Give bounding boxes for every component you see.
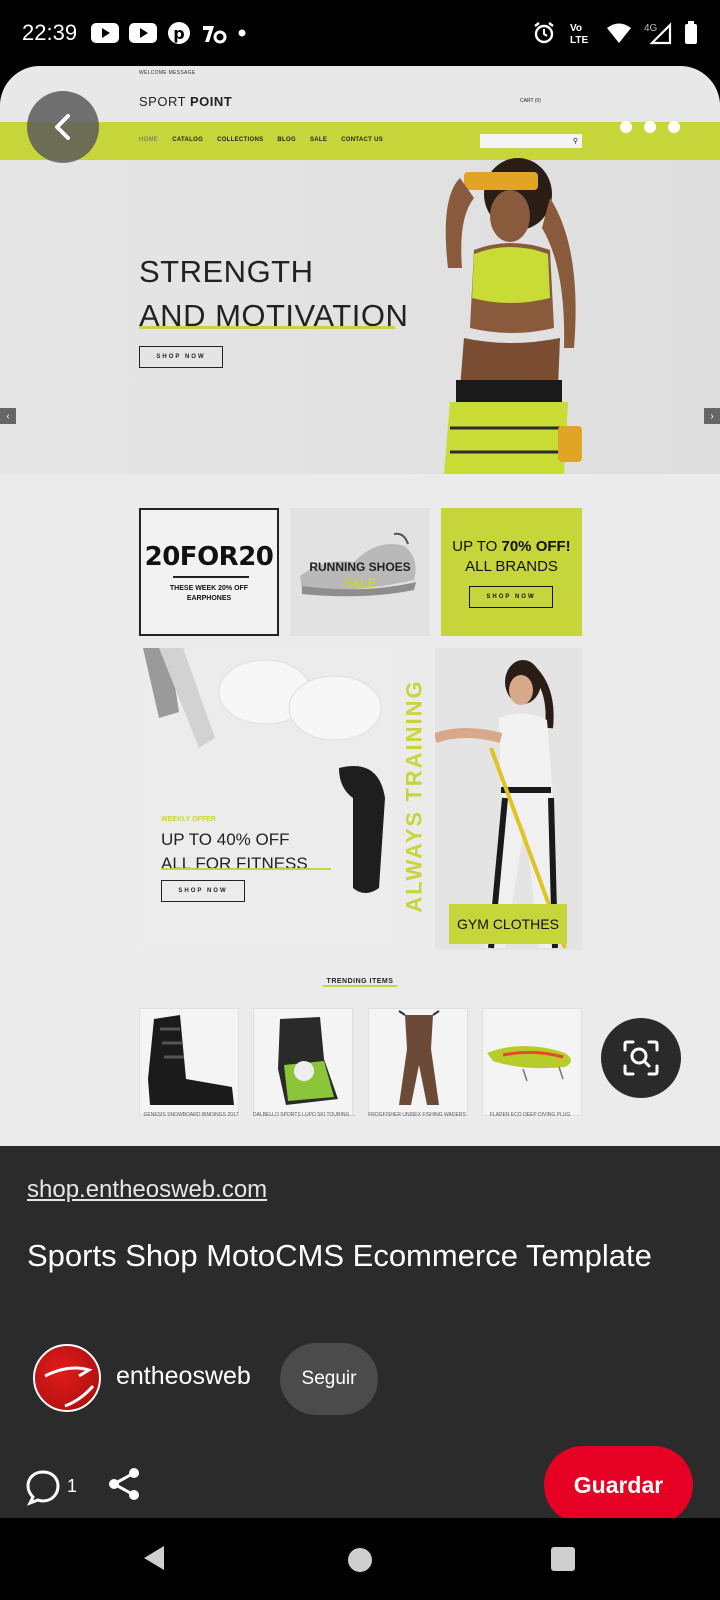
entheosweb-logo-icon <box>44 1366 95 1408</box>
search-icon: ⚲ <box>572 138 578 145</box>
svg-text:Vo: Vo <box>570 23 582 34</box>
signal-4g-icon: 4G <box>644 21 672 45</box>
product-name: GENESIS SNOWBOARD BINDINGS 2017 <box>143 1112 239 1118</box>
youtube-icon <box>129 23 158 43</box>
site-nav: HOME CATALOG COLLECTIONS BLOG SALE CONTA… <box>0 122 720 160</box>
visual-search-button[interactable] <box>601 1018 681 1098</box>
pin-info-sheet: shop.entheosweb.com Sports Shop MotoCMS … <box>0 1146 720 1524</box>
promo-gym-clothes: GYM CLOTHES <box>435 648 582 950</box>
notification-icons: p <box>91 21 247 45</box>
pinterest-icon: p <box>167 21 191 45</box>
promo-running-shoes: RUNNING SHOES SALE <box>290 508 430 636</box>
back-button[interactable] <box>27 91 99 163</box>
nav-home-icon[interactable] <box>348 1548 372 1572</box>
battery-icon <box>684 21 698 45</box>
site-header: WELCOME MESSAGE SPORT POINT CART (0) <box>0 66 720 122</box>
product-card <box>253 1008 354 1116</box>
product-card <box>481 1008 582 1116</box>
system-nav-bar <box>0 1518 720 1600</box>
pin-image[interactable]: WELCOME MESSAGE SPORT POINT CART (0) HOM… <box>0 66 720 1146</box>
site-nav-home: HOME <box>139 137 159 143</box>
dot-icon <box>620 121 632 133</box>
system-icons: Vo LTE 4G <box>532 20 698 46</box>
athlete-photo <box>444 158 582 474</box>
product-card <box>367 1008 468 1116</box>
site-nav-collections: COLLECTIONS <box>217 137 264 143</box>
lens-search-icon <box>623 1040 659 1076</box>
follow-button[interactable]: Seguir <box>280 1343 378 1415</box>
always-training-label: ALWAYS TRAINING <box>402 679 428 913</box>
site-logo: SPORT POINT <box>139 94 233 109</box>
svg-text:4G: 4G <box>644 23 658 34</box>
site-welcome: WELCOME MESSAGE <box>139 70 196 76</box>
chevron-left-icon: ‹ <box>0 408 16 424</box>
product-names: GENESIS SNOWBOARD BINDINGS 2017 DALBELLO… <box>139 1112 582 1118</box>
site-nav-catalog: CATALOG <box>172 137 204 143</box>
status-bar: 22:39 p Vo LTE 4G <box>0 0 720 66</box>
dot-icon <box>644 121 656 133</box>
chevron-right-icon: › <box>704 408 720 424</box>
hero-title: STRENGTH AND MOTIVATION <box>139 254 409 333</box>
svg-text:LTE: LTE <box>570 35 588 46</box>
nav-back-icon[interactable] <box>142 1544 166 1572</box>
dot-icon <box>668 121 680 133</box>
bolt-app-icon <box>201 22 227 44</box>
pin-title: Sports Shop MotoCMS Ecommerce Template <box>27 1238 652 1273</box>
product-name: FROGFISHER UNISEX FISHING WADERS <box>368 1112 466 1118</box>
site-search-box: ⚲ <box>480 134 582 148</box>
volte-icon: Vo LTE <box>568 20 594 46</box>
nav-recents-icon[interactable] <box>551 1547 575 1571</box>
product-name: FLADEN ECO DEEP DIVING PLUG <box>489 1112 571 1118</box>
product-name: DALBELLO SPORTS LUPO SKI TOURING ... <box>253 1112 355 1118</box>
username[interactable]: entheosweb <box>116 1362 251 1391</box>
promo-70-off: UP TO 70% OFF! ALL BRANDS SHOP NOW <box>441 508 582 636</box>
site-nav-contact: CONTACT US <box>341 137 384 143</box>
avatar[interactable] <box>33 1344 101 1412</box>
svg-text:p: p <box>173 24 184 43</box>
dot-icon <box>237 28 247 38</box>
site-nav-sale: SALE <box>309 137 328 143</box>
trending-products <box>139 1008 582 1116</box>
youtube-icon <box>91 23 120 43</box>
save-button[interactable]: Guardar <box>544 1446 693 1524</box>
wifi-icon <box>606 22 632 44</box>
share-icon[interactable] <box>106 1466 142 1502</box>
site-cart: CART (0) <box>520 98 541 104</box>
hero-underline <box>139 326 395 329</box>
chevron-left-icon <box>55 114 70 140</box>
status-time: 22:39 <box>22 20 78 45</box>
promo-20for20: 20FOR20 THESE WEEK 20% OFF EARPHONES <box>139 508 279 636</box>
fitness-gear-image <box>143 648 385 893</box>
more-options-button[interactable] <box>620 112 680 142</box>
trending-heading: TRENDING ITEMS <box>0 978 720 987</box>
hero-banner: STRENGTH AND MOTIVATION SHOP NOW ‹ › <box>0 160 720 474</box>
promo-fitness: WEEKLY OFFER UP TO 40% OFF ALL FOR FITNES… <box>139 648 392 950</box>
product-card <box>139 1008 239 1116</box>
comment-count: 1 <box>67 1476 78 1496</box>
site-nav-blog: BLOG <box>277 137 296 143</box>
source-link[interactable]: shop.entheosweb.com <box>27 1176 267 1204</box>
comment-icon[interactable] <box>24 1468 62 1506</box>
alarm-icon <box>532 21 556 45</box>
hero-shop-button: SHOP NOW <box>139 346 223 368</box>
